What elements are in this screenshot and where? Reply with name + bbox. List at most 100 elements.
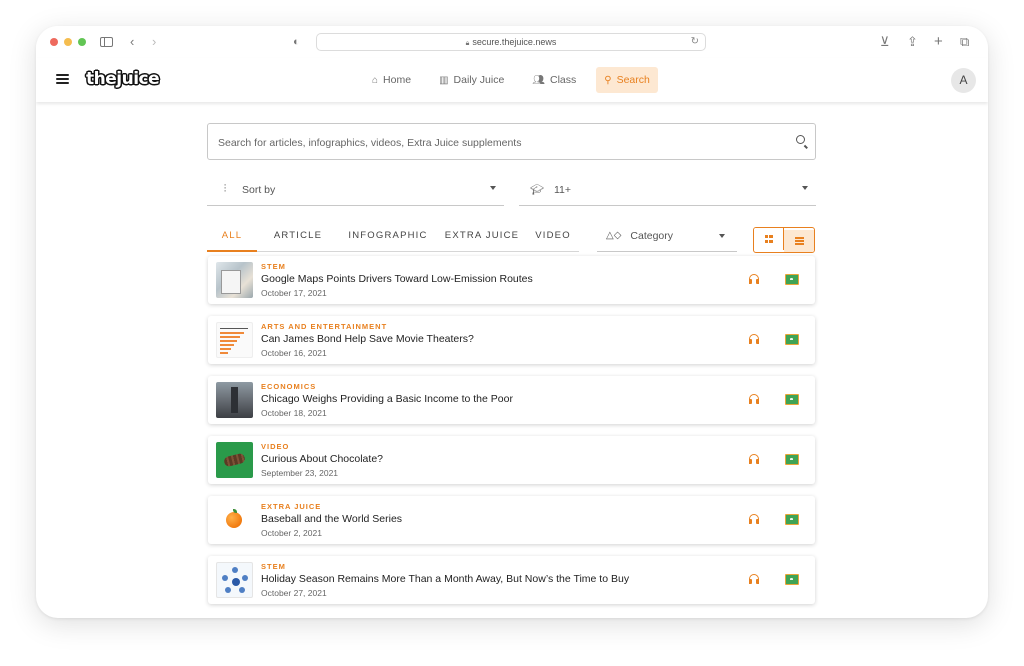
result-title[interactable]: Baseball and the World Series (261, 513, 402, 525)
result-category: VIDEO (261, 442, 290, 451)
google-classroom-icon[interactable] (785, 274, 799, 285)
address-bar[interactable]: 🔒︎ secure.thejuice.news ↻ (316, 33, 706, 51)
search-box[interactable] (207, 123, 816, 161)
url-text: secure.thejuice.news (472, 37, 557, 47)
download-icon[interactable]: ⊻ (880, 34, 890, 50)
result-title[interactable]: Can James Bond Help Save Movie Theaters? (261, 333, 474, 345)
reload-icon[interactable]: ↻ (691, 34, 699, 50)
google-classroom-icon[interactable] (785, 514, 799, 525)
result-date: October 27, 2021 (261, 588, 327, 598)
grade-dropdown[interactable]: 🎓︎ 11+ (519, 174, 816, 206)
nav-search[interactable]: ⚲ Search (596, 67, 658, 93)
content-type-tabs: ALL ARTICLE INFOGRAPHIC EXTRA JUICE VIDE… (207, 220, 816, 254)
headphones-icon[interactable] (749, 394, 759, 404)
site-logo[interactable]: thejuice (86, 69, 160, 89)
google-classroom-icon[interactable] (785, 454, 799, 465)
article-thumbnail[interactable] (216, 322, 253, 358)
result-date: October 16, 2021 (261, 348, 327, 358)
tab-extra-juice[interactable]: EXTRA JUICE (437, 220, 527, 252)
result-title[interactable]: Chicago Weighs Providing a Basic Income … (261, 393, 513, 405)
google-classroom-icon[interactable] (785, 394, 799, 405)
back-icon[interactable]: ‹ (130, 34, 134, 50)
zoom-window-button[interactable] (78, 38, 86, 46)
sort-dropdown[interactable]: ⫶ Sort by (207, 174, 504, 206)
result-category: ECONOMICS (261, 382, 317, 391)
nav-daily-juice[interactable]: ▥ Daily Juice (431, 67, 512, 93)
result-card[interactable]: STEM Holiday Season Remains More Than a … (208, 556, 815, 604)
headphones-icon[interactable] (749, 454, 759, 464)
chevron-down-icon (719, 234, 725, 238)
privacy-shield-icon[interactable]: ◐ (293, 34, 300, 50)
extra-juice-thumbnail[interactable] (216, 502, 253, 538)
tab-video[interactable]: VIDEO (527, 220, 579, 252)
result-date: October 17, 2021 (261, 288, 327, 298)
nav-class[interactable]: 👥︎ Class (524, 67, 584, 93)
search-input[interactable] (216, 124, 780, 161)
view-toggle (753, 227, 815, 253)
grid-icon (764, 235, 773, 243)
close-window-button[interactable] (50, 38, 58, 46)
browser-window: ‹ › ◐ 🔒︎ secure.thejuice.news ↻ ⊻ ⇪ + ⧉ t… (36, 26, 988, 618)
result-date: October 18, 2021 (261, 408, 327, 418)
google-classroom-icon[interactable] (785, 334, 799, 345)
browser-toolbar: ‹ › ◐ 🔒︎ secure.thejuice.news ↻ ⊻ ⇪ + ⧉ (36, 26, 988, 58)
sliders-icon: ⫶ (223, 183, 227, 195)
site-header: thejuice ⌂ Home ▥ Daily Juice 👥︎ Class ⚲ Sea… (36, 58, 988, 102)
result-category: STEM (261, 562, 286, 571)
shapes-icon: △◇ (606, 230, 622, 241)
new-tab-icon[interactable]: + (934, 34, 943, 50)
result-category: EXTRA JUICE (261, 502, 322, 511)
result-title[interactable]: Holiday Season Remains More Than a Month… (261, 573, 629, 585)
sidebar-toggle-icon[interactable] (100, 37, 113, 47)
juice-cup-icon: ▥ (439, 74, 449, 86)
window-controls (50, 38, 86, 46)
lock-icon: 🔒︎ (465, 40, 470, 47)
headphones-icon[interactable] (749, 574, 759, 584)
chevron-down-icon (802, 186, 808, 190)
result-card[interactable]: ECONOMICS Chicago Weighs Providing a Bas… (208, 376, 815, 424)
video-thumbnail[interactable] (216, 442, 253, 478)
search-page: ⫶ Sort by 🎓︎ 11+ ALL ARTICLE INFOGRAPHIC… (207, 123, 816, 616)
nav-home[interactable]: ⌂ Home (364, 67, 419, 93)
grid-view-button[interactable] (754, 228, 784, 250)
tab-overview-icon[interactable]: ⧉ (960, 34, 969, 50)
result-card[interactable]: VIDEO Curious About Chocolate? September… (208, 436, 815, 484)
list-icon (794, 236, 804, 247)
tab-infographic[interactable]: INFOGRAPHIC (339, 220, 437, 252)
article-thumbnail[interactable] (216, 262, 253, 298)
hamburger-menu-icon[interactable] (56, 74, 69, 84)
result-title[interactable]: Google Maps Points Drivers Toward Low-Em… (261, 273, 533, 285)
article-thumbnail[interactable] (216, 382, 253, 418)
result-title[interactable]: Curious About Chocolate? (261, 453, 383, 465)
forward-icon[interactable]: › (152, 34, 156, 50)
people-icon: 👥︎ (532, 74, 545, 86)
search-submit-icon[interactable] (796, 135, 805, 144)
tab-all[interactable]: ALL (207, 220, 257, 252)
headphones-icon[interactable] (749, 514, 759, 524)
result-date: September 23, 2021 (261, 468, 339, 478)
share-icon[interactable]: ⇪ (907, 34, 918, 50)
google-classroom-icon[interactable] (785, 574, 799, 585)
avatar[interactable]: A (951, 68, 976, 93)
minimize-window-button[interactable] (64, 38, 72, 46)
chevron-down-icon (490, 186, 496, 190)
filter-row: ⫶ Sort by 🎓︎ 11+ (207, 174, 816, 206)
search-icon: ⚲ (604, 74, 612, 86)
home-icon: ⌂ (372, 74, 379, 86)
category-dropdown[interactable]: △◇ Category (597, 220, 737, 252)
result-card[interactable]: STEM Google Maps Points Drivers Toward L… (208, 256, 815, 304)
article-thumbnail[interactable] (216, 562, 253, 598)
result-card[interactable]: ARTS AND ENTERTAINMENT Can James Bond He… (208, 316, 815, 364)
main-nav: ⌂ Home ▥ Daily Juice 👥︎ Class ⚲ Search (364, 67, 658, 93)
graduation-cap-icon: 🎓︎ (530, 184, 544, 196)
result-card[interactable]: EXTRA JUICE Baseball and the World Serie… (208, 496, 815, 544)
result-category: STEM (261, 262, 286, 271)
list-view-button[interactable] (784, 230, 814, 252)
results-list: STEM Google Maps Points Drivers Toward L… (207, 256, 816, 604)
headphones-icon[interactable] (749, 274, 759, 284)
result-category: ARTS AND ENTERTAINMENT (261, 322, 388, 331)
orange-icon (226, 509, 242, 528)
result-date: October 2, 2021 (261, 528, 322, 538)
tab-article[interactable]: ARTICLE (257, 220, 339, 252)
headphones-icon[interactable] (749, 334, 759, 344)
